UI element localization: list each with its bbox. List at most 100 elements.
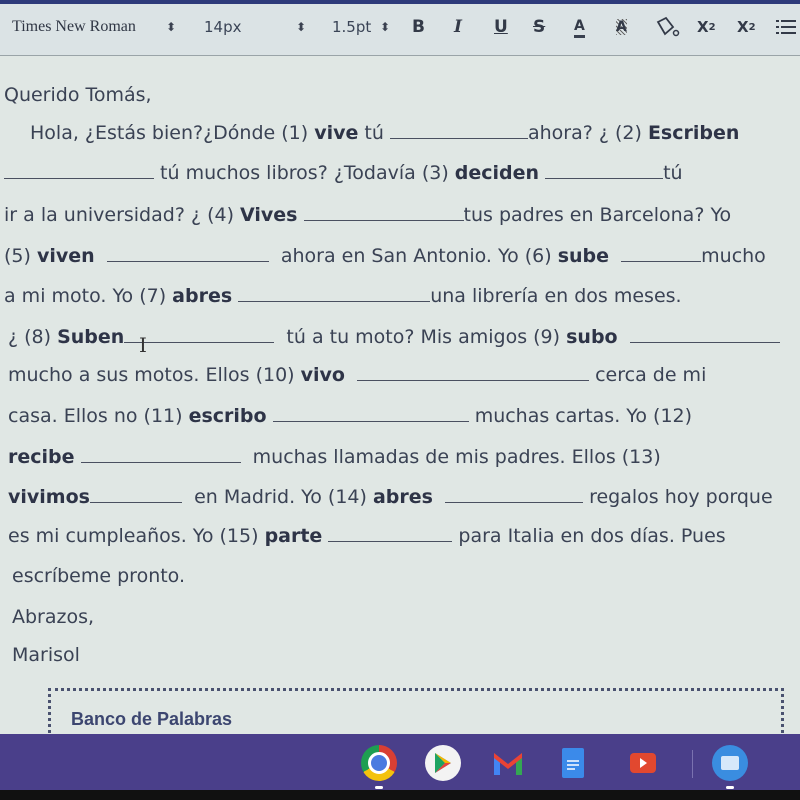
line-text: regalos hoy porque [589,486,773,508]
line-spacing-stepper-icon[interactable]: ⬍ [380,14,390,40]
play-store-icon [435,753,451,773]
signature: Marisol [12,644,80,666]
letter-line-3: ir a la universidad? ¿ (4) Vives tus pad… [4,202,731,226]
answer-blank-12[interactable] [80,444,241,463]
line-text: tus padres en Barcelona? Yo [463,204,732,226]
subscript-base: X [697,18,709,36]
line-text: tú [358,122,384,144]
verb-3: deciden [454,162,540,184]
line-text: mucho a sus motos. Ellos (10) [8,364,301,386]
letter-line-6: ¿ (8) Suben tú a tu moto? Mis amigos (9)… [8,324,780,348]
answer-blank-2[interactable] [4,160,154,179]
formatting-toolbar: Times New Roman ⬍ 14px ⬍ 1.5pt ⬍ B I U S… [0,0,800,56]
fill-color-button[interactable] [654,14,680,40]
answer-blank-9[interactable] [629,324,780,343]
line-text: ir a la universidad? ¿ (4) [4,204,241,226]
verb-9: subo [566,326,618,348]
subscript-mark: 2 [708,21,716,33]
files-app-button[interactable] [712,745,748,781]
letter-line-5: a mi moto. Yo (7) abres una librería en … [4,283,682,307]
answer-blank-3[interactable] [545,160,664,179]
strikethrough-button[interactable]: S [533,14,545,40]
youtube-app-button[interactable] [625,745,661,781]
superscript-mark: 2 [748,21,756,33]
answer-blank-15[interactable] [328,523,453,542]
play-store-app-button[interactable] [425,745,461,781]
line-text: mucho [701,245,766,267]
line-text: ¿ (8) [8,326,58,348]
line-text: en Madrid. Yo (14) [194,486,373,508]
line-spacing-value: 1.5pt [332,18,372,36]
gmail-icon [494,753,522,775]
window-top-strip [0,0,800,4]
font-size-value: 14px [204,18,242,36]
line-text: ahora en San Antonio. Yo (6) [280,245,558,267]
youtube-icon [630,753,656,773]
font-family-select[interactable]: Times New Roman [12,14,136,40]
underline-button[interactable]: U [494,14,508,40]
closing: Abrazos, [12,606,95,628]
font-size-select[interactable]: 14px [204,14,242,40]
answer-blank-10[interactable] [357,362,590,381]
answer-blank-4[interactable] [303,202,464,221]
verb-2: Escriben [647,122,740,144]
shelf-divider [692,750,693,778]
line-text: muchas llamadas de mis padres. Ellos (13… [252,446,661,468]
line-text: una librería en dos meses. [430,285,682,307]
line-text: tú [663,162,683,184]
verb-8: Suben [57,326,125,348]
letter-line-12: escríbeme pronto. [12,565,185,587]
superscript-base: X [737,18,749,36]
word-bank-title: Banco de Palabras [71,709,233,729]
letter-line-11: es mi cumpleaños. Yo (15) parte para Ita… [8,523,726,547]
italic-button[interactable]: I [454,14,462,40]
chrome-app-button[interactable] [361,745,397,781]
font-family-value: Times New Roman [12,18,136,35]
letter-line-1: Hola, ¿Estás bien?¿Dónde (1) vive tú aho… [30,120,739,144]
verb-5: viven [36,245,95,267]
numbered-list-button[interactable] [776,14,796,40]
answer-blank-7[interactable] [238,283,431,302]
verb-4: Vives [240,204,298,226]
verb-6: sube [557,245,610,267]
bold-button[interactable]: B [412,14,425,40]
line-text: escríbeme pronto. [12,565,186,587]
answer-blank-11[interactable] [272,403,469,422]
line-spacing-select[interactable]: 1.5pt [332,14,371,40]
answer-blank-13[interactable] [89,484,182,503]
line-text: para Italia en dos días. Pues [458,525,726,547]
verb-15: parte [264,525,323,547]
files-running-indicator [726,786,734,789]
docs-icon [562,748,584,778]
subscript-button[interactable]: X2 [697,14,716,40]
highlight-icon: A [616,19,627,35]
answer-blank-1[interactable] [389,120,528,139]
superscript-button[interactable]: X2 [737,14,756,40]
verb-10: vivo [300,364,345,386]
letter-line-4: (5) viven ahora en San Antonio. Yo (6) s… [4,243,766,267]
letter-line-8: casa. Ellos no (11) escribo muchas carta… [8,403,692,427]
docs-app-button[interactable] [555,745,591,781]
document-body[interactable]: Querido Tomás, Hola, ¿Estás bien?¿Dónde … [0,56,800,736]
font-family-stepper-icon[interactable]: ⬍ [166,14,176,40]
numbered-list-icon [776,20,796,34]
verb-14: abres [372,486,433,508]
paint-bucket-icon [656,16,680,37]
verb-7: abres [172,285,233,307]
screen-bezel [0,790,800,800]
verb-13: vivimos [8,486,90,508]
answer-blank-5[interactable] [106,243,269,262]
chrome-running-indicator [375,786,383,789]
line-text: tú muchos libros? ¿Todavía (3) [154,162,455,184]
text-color-icon: A [574,17,585,38]
verb-12: recibe [8,446,75,468]
os-shelf [0,734,800,790]
line-text: Hola, ¿Estás bien?¿Dónde (1) [30,122,315,144]
gmail-app-button[interactable] [490,745,526,781]
text-color-button[interactable]: A [574,14,585,40]
highlight-button[interactable]: A [616,14,627,40]
line-text: casa. Ellos no (11) [8,405,189,427]
answer-blank-6[interactable] [621,243,702,262]
answer-blank-14[interactable] [445,484,584,503]
font-size-stepper-icon[interactable]: ⬍ [296,14,306,40]
